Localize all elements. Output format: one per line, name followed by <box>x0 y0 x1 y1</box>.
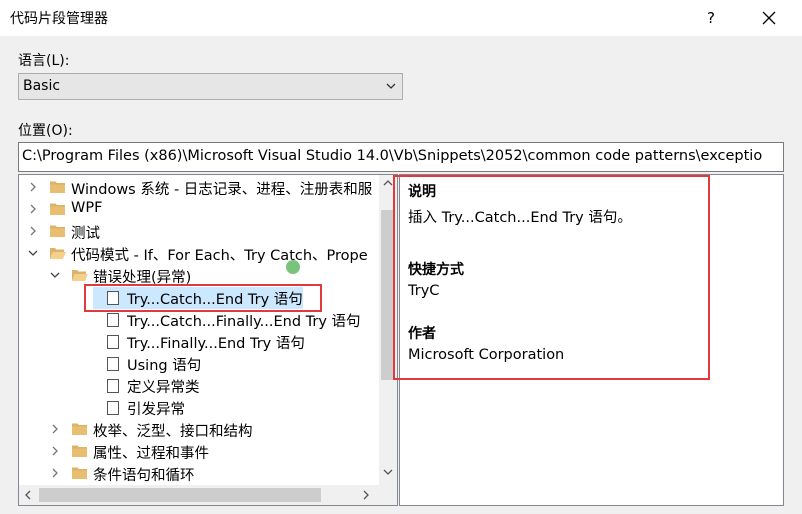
snippet-file-icon <box>107 357 119 371</box>
location-path-text: C:\Program Files (x86)\Microsoft Visual … <box>22 148 763 164</box>
snippet-file-icon <box>107 379 119 393</box>
tree-folder-item[interactable]: 代码模式 - If、For Each、Try Catch、Prope <box>19 243 379 265</box>
tree-folder-item[interactable]: 测试 <box>19 221 379 243</box>
chevron-down-icon <box>386 83 396 89</box>
language-value: Basic <box>23 78 61 94</box>
tree-item-label: Try...Catch...Finally...End Try 语句 <box>127 314 361 330</box>
tree-item-label: 属性、过程和事件 <box>93 446 209 462</box>
tree-item-label: 代码模式 - If、For Each、Try Catch、Prope <box>71 248 368 264</box>
chevron-right-icon[interactable] <box>27 181 39 193</box>
snippet-file-icon <box>107 401 119 415</box>
tree-snippet-item[interactable]: 引发异常 <box>19 397 379 419</box>
scroll-right-icon[interactable] <box>363 490 370 500</box>
folder-icon <box>50 225 65 237</box>
tree-item-label: 条件语句和循环 <box>93 468 195 484</box>
tree-horizontal-scrollbar[interactable] <box>19 485 379 505</box>
tree-item-label: 引发异常 <box>127 402 185 418</box>
chevron-right-icon[interactable] <box>49 423 61 435</box>
tree-item-label: WPF <box>71 200 103 216</box>
tree-folder-item[interactable]: WPF <box>19 199 379 221</box>
window-title: 代码片段管理器 <box>10 11 108 27</box>
folder-open-icon <box>50 248 66 259</box>
tree-item-label: Try...Finally...End Try 语句 <box>127 336 305 352</box>
tree-item-label: Windows 系统 - 日志记录、进程、注册表和服 <box>71 182 373 198</box>
tree-snippet-item[interactable]: 定义异常类 <box>19 375 379 397</box>
location-label: 位置(O): <box>18 123 73 139</box>
chevron-right-icon[interactable] <box>49 445 61 457</box>
chevron-down-icon[interactable] <box>27 247 39 259</box>
tree-item-label: Using 语句 <box>127 358 202 374</box>
folder-icon <box>72 445 87 457</box>
chevron-right-icon[interactable] <box>27 225 39 237</box>
tree-folder-item[interactable]: 枚举、泛型、接口和结构 <box>19 419 379 441</box>
cursor-indicator <box>286 260 300 274</box>
chevron-right-icon[interactable] <box>27 203 39 215</box>
scroll-left-icon[interactable] <box>24 490 31 500</box>
annotation-box-details <box>393 175 710 380</box>
scroll-down-icon[interactable] <box>383 469 393 476</box>
tree-folder-item[interactable]: 属性、过程和事件 <box>19 441 379 463</box>
chevron-right-icon[interactable] <box>49 467 61 479</box>
tree-item-label: 枚举、泛型、接口和结构 <box>93 424 253 440</box>
folder-open-icon <box>72 270 88 281</box>
folder-icon <box>72 467 87 479</box>
close-button[interactable] <box>752 4 786 32</box>
tree-item-label: 测试 <box>71 226 100 242</box>
annotation-box-selected-snippet <box>84 284 322 312</box>
snippet-tree[interactable]: Windows 系统 - 日志记录、进程、注册表和服 WPF 测试代码模式 - If… <box>18 174 398 506</box>
snippet-file-icon <box>107 335 119 349</box>
folder-icon <box>72 423 87 435</box>
title-bar: 代码片段管理器 ? <box>0 0 802 36</box>
snippet-file-icon <box>107 313 119 327</box>
tree-snippet-item[interactable]: Try...Finally...End Try 语句 <box>19 331 379 353</box>
tree-snippet-item[interactable]: Try...Catch...Finally...End Try 语句 <box>19 309 379 331</box>
close-icon <box>762 11 776 25</box>
folder-icon <box>50 181 65 193</box>
horizontal-scroll-thumb[interactable] <box>39 488 321 502</box>
folder-icon <box>50 203 65 215</box>
scroll-up-icon[interactable] <box>383 179 393 186</box>
language-select[interactable]: Basic <box>18 73 403 100</box>
help-button[interactable]: ? <box>694 4 728 32</box>
chevron-down-icon[interactable] <box>49 269 61 281</box>
scrollbar-corner <box>379 485 397 505</box>
language-label: 语言(L): <box>18 53 70 69</box>
tree-snippet-item[interactable]: Using 语句 <box>19 353 379 375</box>
location-path-field[interactable]: C:\Program Files (x86)\Microsoft Visual … <box>18 142 784 172</box>
tree-folder-item[interactable]: Windows 系统 - 日志记录、进程、注册表和服 <box>19 177 379 199</box>
tree-item-label: 定义异常类 <box>127 380 200 396</box>
tree-folder-item[interactable]: 条件语句和循环 <box>19 463 379 485</box>
